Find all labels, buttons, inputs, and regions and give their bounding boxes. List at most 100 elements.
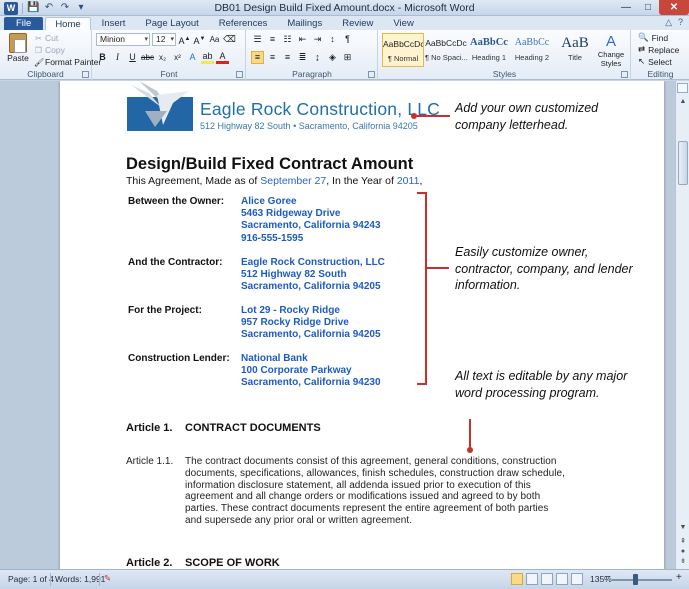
paste-button[interactable]: Paste <box>4 32 32 68</box>
lender-city[interactable]: Sacramento, California 94230 <box>241 377 381 389</box>
clear-formatting-icon[interactable]: ⌫ <box>223 33 236 46</box>
contractor-city[interactable]: Sacramento, California 94205 <box>241 281 385 293</box>
contractor-name[interactable]: Eagle Rock Construction, LLC <box>241 257 385 269</box>
copy-button[interactable]: ❐ Copy <box>34 45 65 55</box>
tab-review[interactable]: Review <box>333 17 382 30</box>
style-no-spacing[interactable]: AaBbCcDc ¶ No Spaci... <box>425 33 468 67</box>
maximize-button[interactable]: □ <box>637 0 659 15</box>
scroll-thumb[interactable] <box>678 141 688 185</box>
tab-mailings[interactable]: Mailings <box>278 17 331 30</box>
underline-icon[interactable]: U <box>126 51 139 64</box>
lender-street[interactable]: 100 Corporate Parkway <box>241 365 381 377</box>
strikethrough-icon[interactable]: abc <box>141 51 154 64</box>
zoom-slider-thumb[interactable] <box>633 574 638 585</box>
bold-icon[interactable]: B <box>96 51 109 64</box>
borders-icon[interactable]: ⊞ <box>341 51 354 64</box>
tab-view[interactable]: View <box>384 17 422 30</box>
lender-name[interactable]: National Bank <box>241 353 381 365</box>
project-lot[interactable]: Lot 29 - Rocky Ridge <box>241 305 381 317</box>
style-title[interactable]: AaB Title <box>554 33 596 67</box>
close-button[interactable]: ✕ <box>659 0 689 15</box>
page-count[interactable]: Page: 1 of 4 <box>8 574 54 584</box>
font-color-icon[interactable]: A <box>216 51 229 64</box>
proofing-icon[interactable]: ✎ <box>104 573 111 584</box>
italic-icon[interactable]: I <box>111 51 124 64</box>
contractor-street[interactable]: 512 Highway 82 South <box>241 269 385 281</box>
dialog-launcher-icon[interactable] <box>621 71 628 78</box>
web-layout-view-icon[interactable] <box>541 573 553 585</box>
browse-object-icon[interactable]: ● <box>678 547 688 557</box>
bullets-icon[interactable]: ☰ <box>251 33 264 46</box>
find-button[interactable]: 🔍 Find <box>638 32 668 43</box>
align-left-icon[interactable]: ≡ <box>251 51 264 64</box>
justify-icon[interactable]: ≣ <box>296 51 309 64</box>
sort-icon[interactable]: ↕ <box>326 33 339 46</box>
show-marks-icon[interactable]: ¶ <box>341 33 354 46</box>
print-layout-view-icon[interactable] <box>511 573 523 585</box>
vertical-scrollbar[interactable]: ▲ ▼ ⇞ ● ⇟ <box>675 81 689 569</box>
next-page-icon[interactable]: ⇟ <box>678 557 688 567</box>
owner-street[interactable]: 5463 Ridgeway Drive <box>241 208 381 220</box>
style-heading-2[interactable]: AaBbCc Heading 2 <box>511 33 553 67</box>
owner-info[interactable]: Alice Goree 5463 Ridgeway Drive Sacramen… <box>241 196 381 245</box>
font-name-dropdown[interactable]: Minion ▾ <box>96 33 150 46</box>
format-painter-button[interactable]: 🖌 Format Painter <box>34 57 101 67</box>
word-count[interactable]: Words: 1,991 <box>55 574 105 584</box>
project-info[interactable]: Lot 29 - Rocky Ridge 957 Rocky Ridge Dri… <box>241 305 381 342</box>
outline-view-icon[interactable] <box>556 573 568 585</box>
shrink-font-icon[interactable]: A▼ <box>193 33 206 46</box>
subscript-icon[interactable]: x₂ <box>156 51 169 64</box>
dialog-launcher-icon[interactable] <box>368 71 375 78</box>
select-button[interactable]: ↖ Select <box>638 56 672 67</box>
line-spacing-icon[interactable]: ↨ <box>311 51 324 64</box>
minimize-ribbon-icon[interactable]: △ <box>665 17 672 28</box>
tab-page-layout[interactable]: Page Layout <box>136 17 207 30</box>
owner-city[interactable]: Sacramento, California 94243 <box>241 220 381 232</box>
previous-page-icon[interactable]: ⇞ <box>678 537 688 547</box>
text-effects-icon[interactable]: A <box>186 51 199 64</box>
superscript-icon[interactable]: x² <box>171 51 184 64</box>
grow-font-icon[interactable]: A▲ <box>178 33 191 46</box>
change-styles-button[interactable]: A Change Styles <box>597 34 625 69</box>
ruler-toggle-icon[interactable] <box>677 83 688 93</box>
owner-name[interactable]: Alice Goree <box>241 196 381 208</box>
zoom-slider[interactable] <box>612 579 672 581</box>
scroll-up-icon[interactable]: ▲ <box>678 97 688 107</box>
document-page[interactable]: Eagle Rock Construction, LLC 512 Highway… <box>60 81 664 569</box>
lender-info[interactable]: National Bank 100 Corporate Parkway Sacr… <box>241 353 381 390</box>
tab-file[interactable]: File <box>4 17 44 30</box>
tab-references[interactable]: References <box>210 17 277 30</box>
style-normal[interactable]: AaBbCcDc ¶ Normal <box>382 33 424 67</box>
owner-phone[interactable]: 916-555-1595 <box>241 233 381 245</box>
help-icon[interactable]: ? <box>678 17 683 28</box>
tab-home[interactable]: Home <box>45 17 91 30</box>
zoom-out-icon[interactable]: − <box>605 572 611 583</box>
minimize-button[interactable]: — <box>615 0 637 15</box>
draft-view-icon[interactable] <box>571 573 583 585</box>
font-size-dropdown[interactable]: 12 ▾ <box>152 33 176 46</box>
style-heading-1[interactable]: AaBbCc Heading 1 <box>468 33 510 67</box>
highlight-icon[interactable]: ab <box>201 51 214 64</box>
scroll-down-icon[interactable]: ▼ <box>678 523 688 533</box>
multilevel-list-icon[interactable]: ☷ <box>281 33 294 46</box>
zoom-in-icon[interactable]: + <box>676 572 682 583</box>
project-city[interactable]: Sacramento, California 94205 <box>241 329 381 341</box>
project-street[interactable]: 957 Rocky Ridge Drive <box>241 317 381 329</box>
align-center-icon[interactable]: ≡ <box>266 51 279 64</box>
align-right-icon[interactable]: ≡ <box>281 51 294 64</box>
article-1-1-body[interactable]: The contract documents consist of this a… <box>185 456 565 527</box>
contractor-info[interactable]: Eagle Rock Construction, LLC 512 Highway… <box>241 257 385 294</box>
change-case-icon[interactable]: Aa <box>208 33 221 46</box>
agreement-date-field[interactable]: September 27 <box>260 175 326 187</box>
full-screen-reading-view-icon[interactable] <box>526 573 538 585</box>
replace-button[interactable]: ⇄ Replace <box>638 44 679 55</box>
numbering-icon[interactable]: ≡ <box>266 33 279 46</box>
agreement-year-field[interactable]: 2011 <box>397 175 420 187</box>
shading-icon[interactable]: ◈ <box>326 51 339 64</box>
decrease-indent-icon[interactable]: ⇤ <box>296 33 309 46</box>
tab-insert[interactable]: Insert <box>93 17 135 30</box>
dialog-launcher-icon[interactable] <box>236 71 243 78</box>
increase-indent-icon[interactable]: ⇥ <box>311 33 324 46</box>
document-area[interactable]: Eagle Rock Construction, LLC 512 Highway… <box>0 81 675 569</box>
cut-button[interactable]: ✂ Cut <box>34 33 58 43</box>
